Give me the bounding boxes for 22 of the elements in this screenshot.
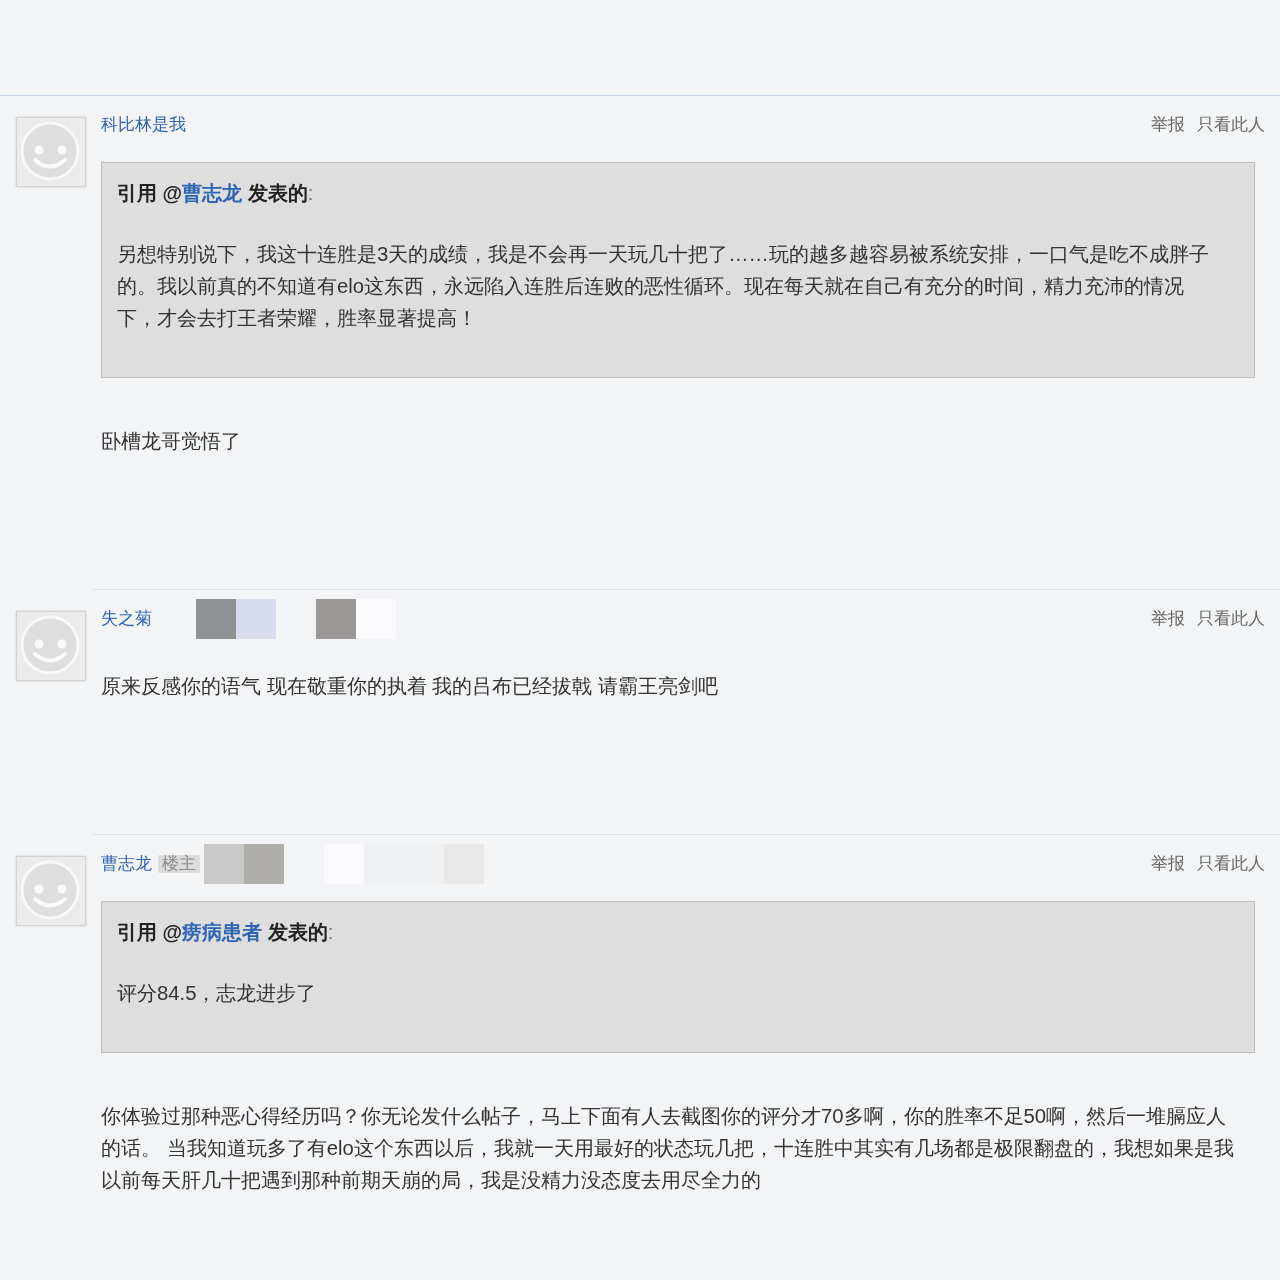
author-name-link[interactable]: 科比林是我: [101, 116, 186, 134]
quote-header: 引用 @曹志龙 发表的:: [117, 182, 315, 204]
author-name-link[interactable]: 失之菊: [101, 610, 152, 628]
author-name-link[interactable]: 曹志龙: [101, 855, 152, 873]
thread-starter-badge: 楼主: [158, 855, 200, 873]
post-action-link[interactable]: 举报: [1151, 610, 1185, 628]
post-action-link[interactable]: 举报: [1151, 116, 1185, 134]
quote-header: 引用 @痨病患者 发表的:: [117, 921, 335, 943]
quoted-text: 评分84.5，志龙进步了: [117, 981, 318, 1006]
post-action-link[interactable]: 只看此人: [1197, 855, 1265, 873]
post-text: 原来反感你的语气 现在敬重你的执着 我的吕布已经拔戟 请霸王亮剑吧: [101, 674, 719, 699]
smiley-avatar-icon: [16, 856, 86, 926]
post-action-link[interactable]: 只看此人: [1197, 116, 1265, 134]
quoted-user-link[interactable]: 痨病患者: [182, 921, 263, 943]
smiley-avatar-icon: [16, 117, 86, 187]
post-action-link[interactable]: 举报: [1151, 855, 1185, 873]
quoted-text: 另想特别说下，我这十连胜是3天的成绩，我是不会再一天玩几十把了……玩的越多越容易被系统安排，一口气是吃不成胖子的。我以前真的不知道有elo这东西，永远陷入连胜后连败的恶性循环。现在每天就在自己有充分的时间，精力充沛的情况下，才会去打王者荣耀，胜率显著提高！: [117, 242, 1210, 331]
post-text: 卧槽龙哥觉悟了: [101, 429, 242, 454]
smiley-avatar-icon: [16, 611, 86, 681]
post-action-link[interactable]: 只看此人: [1197, 610, 1265, 628]
quoted-user-link[interactable]: 曹志龙: [182, 182, 243, 204]
post-text: 你体验过那种恶心得经历吗？你无论发什么帖子，马上下面有人去截图你的评分才70多啊，你的胜率不足50啊，然后一堆膈应人的话。 当我知道玩多了有elo这个东西以后，我就一天用最好的状态玩几把，十连胜中其实有几场都是极限翻盘的，我想如果是我以前每天肝几十把遇到那种前期天崩的局，我是没精力没态度去用尽全力的: [101, 1104, 1235, 1193]
